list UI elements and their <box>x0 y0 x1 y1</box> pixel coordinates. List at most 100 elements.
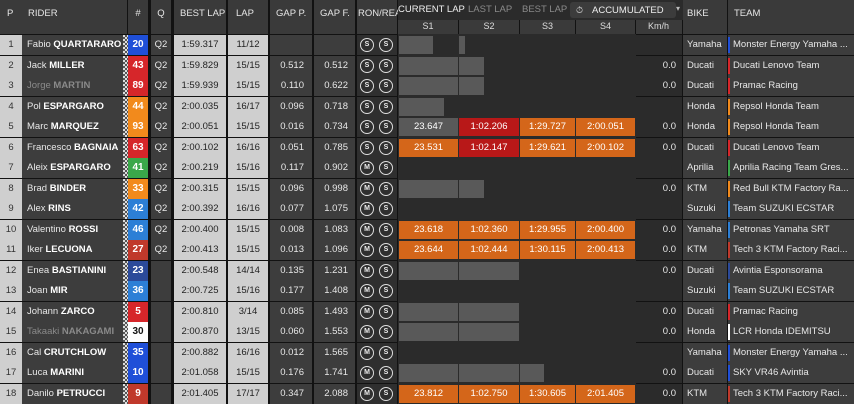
rider-name[interactable]: Marc MARQUEZ <box>22 117 127 137</box>
table-row[interactable]: 10 Valentino ROSSI 46 Q2 2:00.400 15/15 0.008 1… <box>0 219 854 240</box>
table-row[interactable]: 16 Cal CRUTCHLOW 35 2:00.882 16/16 0.012 1.565… <box>0 342 854 363</box>
tab-current-lap[interactable]: CURRENT LAP <box>398 4 465 15</box>
position-cell: 7 <box>0 158 22 178</box>
qualifying-cell: Q2 <box>151 199 171 219</box>
team-name: Aprilia Racing Team Gres... <box>733 162 849 173</box>
table-row[interactable]: 17 Luca MARINI 10 2:01.058 15/15 0.176 1.741 M S… <box>0 363 854 383</box>
col-s2-header[interactable]: S2 <box>459 20 519 34</box>
gap-first-cell: 0.622 <box>314 76 355 96</box>
rider-name[interactable]: Valentino ROSSI <box>22 219 127 240</box>
rider-name[interactable]: Jorge MARTIN <box>22 76 127 96</box>
sector-3-cell: 1:29.727 <box>520 118 575 136</box>
rider-name[interactable]: Brad BINDER <box>22 178 127 199</box>
position-cell: 10 <box>0 219 22 240</box>
col-s3-header[interactable]: S3 <box>520 20 575 34</box>
rider-name[interactable]: Iker LECUONA <box>22 240 127 260</box>
rear-tyre-icon: S <box>379 140 393 155</box>
rider-name[interactable]: Alex RINS <box>22 199 127 219</box>
sector-4-cell: 2:00.400 <box>576 220 635 239</box>
speed-cell: 0.0 <box>636 219 682 240</box>
col-kmh-header[interactable]: Km/h <box>636 20 682 34</box>
rider-last-name: ESPARGARO <box>50 162 111 173</box>
table-row[interactable]: 13 Joan MIR 36 2:00.725 15/16 0.177 1.408 M S Suz… <box>0 281 854 301</box>
col-gap-p-header[interactable]: GAP P. <box>270 0 312 34</box>
bike-cell: Suzuki <box>683 199 727 219</box>
sector-3-cell: 1:30.605 <box>520 384 575 403</box>
accumulated-dropdown[interactable]: ⏱ ACCUMULATED ▾ <box>570 2 680 18</box>
rider-name[interactable]: Francesco BAGNAIA <box>22 137 127 158</box>
rider-last-name: NAKAGAMI <box>61 326 115 337</box>
team-name: Tech 3 KTM Factory Raci... <box>733 244 848 255</box>
table-row[interactable]: 18 Danilo PETRUCCI 9 2:01.405 17/17 0.347 2.08… <box>0 383 854 404</box>
tab-best-lap[interactable]: BEST LAP <box>522 4 567 15</box>
front-tyre-icon: S <box>360 140 374 155</box>
best-lap-cell: 2:00.315 <box>174 178 226 199</box>
speed-cell: 0.0 <box>636 240 682 260</box>
table-row[interactable]: 2 Jack MILLER 43 Q2 1:59.829 15/15 0.512 0.512 S… <box>0 55 854 76</box>
col-lap-header[interactable]: LAP <box>228 0 268 34</box>
table-row[interactable]: 11 Iker LECUONA 27 Q2 2:00.413 15/15 0.013 1.09… <box>0 240 854 260</box>
table-row[interactable]: 5 Marc MARQUEZ 93 Q2 2:00.051 15/15 0.016 0.734… <box>0 117 854 137</box>
rider-name[interactable]: Johann ZARCO <box>22 301 127 322</box>
rider-name[interactable]: Joan MIR <box>22 281 127 301</box>
rider-name[interactable]: Enea BASTIANINI <box>22 260 127 281</box>
rider-first-name: Iker <box>27 244 43 255</box>
table-row[interactable]: 4 Pol ESPARGARO 44 Q2 2:00.035 16/17 0.096 0.71… <box>0 96 854 117</box>
team-cell: SKY VR46 Avintia <box>728 363 854 383</box>
col-rider-header[interactable]: RIDER <box>22 0 127 34</box>
rider-name[interactable]: Cal CRUTCHLOW <box>22 342 127 363</box>
col-pos-header[interactable]: P <box>0 0 22 34</box>
rider-number-badge: 89 <box>128 76 148 96</box>
rear-tyre-icon: S <box>379 304 393 319</box>
qualifying-cell <box>151 301 171 322</box>
rider-last-name: ZARCO <box>60 305 95 317</box>
front-tyre-icon: M <box>360 386 374 401</box>
rider-name[interactable]: Fabio QUARTARARO <box>22 35 127 55</box>
table-row[interactable]: 6 Francesco BAGNAIA 63 Q2 2:00.102 16/16 0.051… <box>0 137 854 158</box>
table-row[interactable]: 3 Jorge MARTIN 89 Q2 1:59.939 15/15 0.110 0.622… <box>0 76 854 96</box>
rider-first-name: Fabio <box>27 39 51 50</box>
col-number-header[interactable]: # <box>128 0 148 34</box>
gap-previous-cell: 0.117 <box>270 158 312 178</box>
rider-last-name: MIR <box>50 285 68 296</box>
rider-name[interactable]: Jack MILLER <box>22 55 127 76</box>
col-gap-f-header[interactable]: GAP F. <box>314 0 355 34</box>
tyre-cell: MS <box>357 178 397 199</box>
table-row[interactable]: 15 Takaaki NAKAGAMI 30 2:00.870 13/15 0.060 1.… <box>0 322 854 342</box>
table-row[interactable]: 14 Johann ZARCO 5 2:00.810 3/14 0.085 1.493 M S 0… <box>0 301 854 322</box>
speed-cell <box>636 342 682 363</box>
rider-name[interactable]: Aleix ESPARGARO <box>22 158 127 178</box>
col-tyres-header[interactable]: RON/REAR <box>357 0 408 34</box>
rider-name[interactable]: Pol ESPARGARO <box>22 96 127 117</box>
gap-previous-cell: 0.077 <box>270 199 312 219</box>
bike-cell: KTM <box>683 383 727 404</box>
team-cell: Avintia Esponsorama <box>728 260 854 281</box>
tyre-cell: MS <box>357 219 397 240</box>
col-q-header[interactable]: Q <box>151 0 171 34</box>
table-row[interactable]: 8 Brad BINDER 33 Q2 2:00.315 15/15 0.096 0.998 M… <box>0 178 854 199</box>
rider-last-name: QUARTARARO <box>53 39 122 50</box>
best-lap-cell: 2:00.725 <box>174 281 226 301</box>
rider-last-name: LECUONA <box>45 244 93 255</box>
rider-name[interactable]: Danilo PETRUCCI <box>22 383 127 404</box>
rider-name[interactable]: Takaaki NAKAGAMI <box>22 322 127 342</box>
lap-count-cell: 15/15 <box>228 363 268 383</box>
table-row[interactable]: 1 Fabio QUARTARARO 20 Q2 1:59.317 11/12 S S Yama… <box>0 35 854 55</box>
rider-name[interactable]: Luca MARINI <box>22 363 127 383</box>
col-bike-header[interactable]: BIKE <box>683 0 727 34</box>
col-best-lap-header[interactable]: BEST LAP <box>174 0 226 34</box>
table-row[interactable]: 12 Enea BASTIANINI 23 2:00.548 14/14 0.135 1.2… <box>0 260 854 281</box>
gap-previous-cell: 0.110 <box>270 76 312 96</box>
table-row[interactable]: 9 Alex RINS 42 Q2 2:00.392 16/16 0.077 1.075 M S S… <box>0 199 854 219</box>
best-lap-cell: 2:00.051 <box>174 117 226 137</box>
gap-previous-cell: 0.096 <box>270 178 312 199</box>
col-team-header[interactable]: TEAM <box>728 0 854 34</box>
col-s1-header[interactable]: S1 <box>398 20 458 34</box>
speed-cell: 0.0 <box>636 76 682 96</box>
col-s4-header[interactable]: S4 <box>576 20 635 34</box>
table-row[interactable]: 7 Aleix ESPARGARO 41 Q2 2:00.219 15/16 0.117 0.… <box>0 158 854 178</box>
rear-tyre-icon: S <box>379 202 393 216</box>
bike-cell: Aprilia <box>683 158 727 178</box>
tyre-cell: MS <box>357 281 397 301</box>
tab-last-lap[interactable]: LAST LAP <box>468 4 512 15</box>
